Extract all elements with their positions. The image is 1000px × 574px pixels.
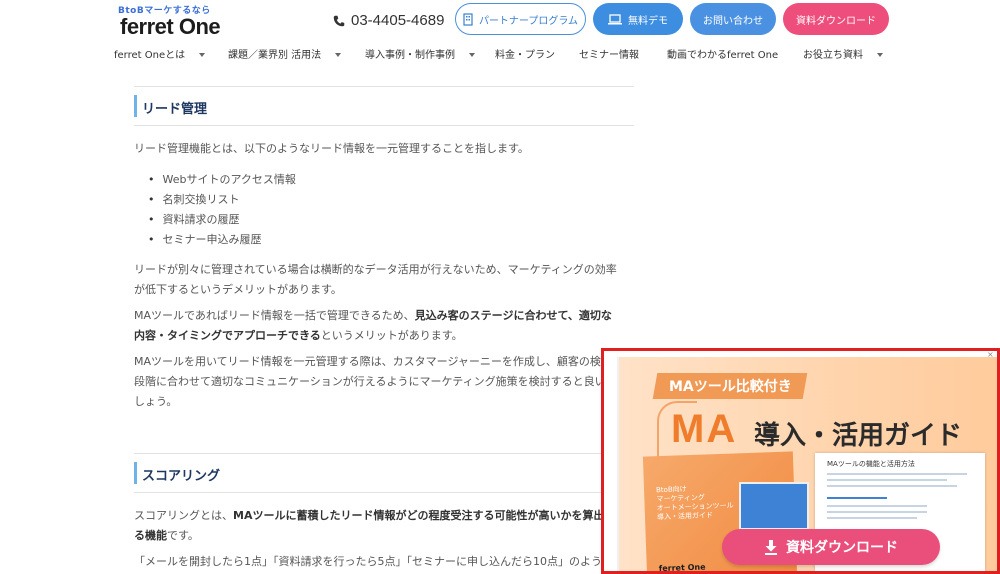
chevron-down-icon	[877, 53, 883, 57]
laptop-icon	[608, 13, 622, 24]
monitor-illustration	[739, 482, 809, 530]
paragraph-text: MAツールであればリード情報を一括で管理できるため、	[134, 309, 415, 322]
chevron-down-icon	[335, 53, 342, 57]
logo[interactable]: BtoBマーケするなら ferret One	[118, 3, 221, 39]
merit-paragraph: MAツールであればリード情報を一括で管理できるため、見込み客のステージに合わせて…	[134, 306, 634, 346]
partner-program-button[interactable]: パートナープログラム	[455, 3, 586, 35]
section-heading-scoring: スコアリング	[134, 453, 634, 493]
book-cover-text: BtoB向け マーケティング オートメーションツール 導入・活用ガイド	[655, 485, 734, 522]
section-heading-lead-management: リード管理	[134, 86, 634, 126]
banner-title: 導入・活用ガイド	[754, 421, 963, 451]
list-item: Webサイトのアクセス情報	[148, 170, 296, 190]
list-item: 名刺交換リスト	[148, 190, 296, 210]
banner-title-ma: MA	[671, 407, 738, 451]
lead-info-list: Webサイトのアクセス情報 名刺交換リスト 資料請求の履歴 セミナー申込み履歴	[148, 170, 296, 250]
banner-background: MAツール比較付き MA 導入・活用ガイド MAツールの機能と活用方法 BtoB…	[617, 357, 997, 571]
banner-ribbon-text: MAツール比較付き	[669, 379, 792, 395]
nav-item-about[interactable]: ferret Oneとは	[114, 46, 206, 61]
nav-item-solutions[interactable]: 課題／業界別 活用法	[228, 46, 342, 61]
journey-paragraph: MAツールを用いてリード情報を一元管理する際は、カスタマージャーニーを作成し、顧…	[134, 352, 634, 412]
emphasis-text: MAツールに蓄積したリード情報がどの程度受注する可能性が高いかを算出す	[233, 509, 616, 522]
demerit-paragraph: リードが別々に管理されている場合は横断的なデータ活用が行えないため、マーケティン…	[134, 260, 634, 300]
nav-label: お役立ち資料	[803, 50, 863, 61]
nav-item-videos[interactable]: 動画でわかるferret One	[667, 46, 778, 61]
logo-name: ferret One	[120, 14, 221, 39]
close-icon[interactable]: ×	[987, 351, 995, 359]
document-line	[827, 505, 927, 507]
chevron-down-icon	[199, 53, 206, 57]
chevron-down-icon	[469, 53, 475, 57]
emphasis-text: 内容・タイミングでアプローチできる	[134, 329, 321, 342]
list-item: セミナー申込み履歴	[148, 230, 296, 250]
ma-guide-banner[interactable]: MAツール比較付き MA 導入・活用ガイド MAツールの機能と活用方法 BtoB…	[601, 348, 1000, 574]
download-label: 資料ダウンロード	[796, 15, 876, 27]
phone-icon	[333, 15, 345, 26]
document-line	[827, 479, 947, 481]
nav-label: 料金・プラン	[495, 50, 555, 61]
nav-item-resources[interactable]: お役立ち資料	[803, 46, 883, 61]
partner-program-label: パートナープログラム	[478, 15, 579, 27]
document-line	[827, 517, 917, 519]
emphasis-text: る機能	[134, 529, 167, 542]
nav-item-seminars[interactable]: セミナー情報	[579, 46, 639, 61]
paragraph-line: MAツールを用いてリード情報を一元管理する際は、カスタマージャーニーを作成し、顧…	[134, 355, 612, 368]
list-item: 資料請求の履歴	[148, 210, 296, 230]
scoring-example: 「メールを開封したら1点」「資料請求を行ったら5点」「セミナーに申し込んだら10…	[134, 555, 602, 568]
scoring-paragraph: スコアリングとは、MAツールに蓄積したリード情報がどの程度受注する可能性が高いか…	[134, 506, 634, 546]
main-nav: ferret Oneとは 課題／業界別 活用法 導入事例・制作事例 料金・プラン…	[0, 46, 1000, 64]
document-title: MAツールの機能と活用方法	[827, 460, 915, 468]
contact-button[interactable]: お問い合わせ	[690, 3, 776, 35]
contact-label: お問い合わせ	[703, 15, 763, 27]
phone-number-text: 03-4405-4689	[351, 12, 445, 29]
nav-item-pricing[interactable]: 料金・プラン	[495, 46, 555, 61]
nav-label: ferret Oneとは	[114, 50, 186, 61]
section-title: リード管理	[142, 102, 208, 117]
paragraph-line: リードが別々に管理されている場合は横断的なデータ活用が行えないため、マーケティン…	[134, 263, 617, 276]
banner-download-button[interactable]: 資料ダウンロード	[722, 529, 940, 565]
nav-label: 課題／業界別 活用法	[228, 50, 322, 61]
document-line	[827, 497, 887, 499]
emphasis-text: 見込み客のステージに合わせて、適切な	[414, 309, 612, 322]
nav-label: セミナー情報	[579, 50, 639, 61]
paragraph-text: です。	[167, 529, 199, 542]
paragraph-line: 段階に合わせて適切なコミュニケーションが行えるようにマーケティング施策を検討する…	[134, 375, 617, 388]
document-line	[827, 485, 957, 487]
nav-item-cases[interactable]: 導入事例・制作事例	[365, 46, 475, 61]
intro-paragraph: リード管理機能とは、以下のようなリード情報を一元管理することを指します。	[134, 142, 529, 155]
free-demo-button[interactable]: 無料デモ	[593, 3, 683, 35]
document-line	[827, 511, 927, 513]
book-brand: ferret One	[658, 562, 706, 574]
paragraph-line: しょう。	[134, 395, 178, 408]
banner-ribbon: MAツール比較付き	[652, 373, 808, 399]
section-title: スコアリング	[142, 469, 221, 484]
nav-label: 動画でわかるferret One	[667, 50, 779, 61]
download-icon	[765, 539, 777, 555]
document-line	[827, 473, 967, 475]
paragraph-text: というメリットがあります。	[320, 329, 463, 342]
banner-cta-label: 資料ダウンロード	[786, 540, 898, 556]
paragraph-line: が低下するというデメリットがあります。	[134, 283, 342, 296]
phone-number[interactable]: 03-4405-4689	[333, 12, 444, 29]
download-button[interactable]: 資料ダウンロード	[783, 3, 889, 35]
building-icon	[463, 12, 473, 26]
paragraph-text: スコアリングとは、	[134, 509, 233, 522]
nav-label: 導入事例・制作事例	[365, 50, 455, 61]
free-demo-label: 無料デモ	[628, 15, 668, 27]
